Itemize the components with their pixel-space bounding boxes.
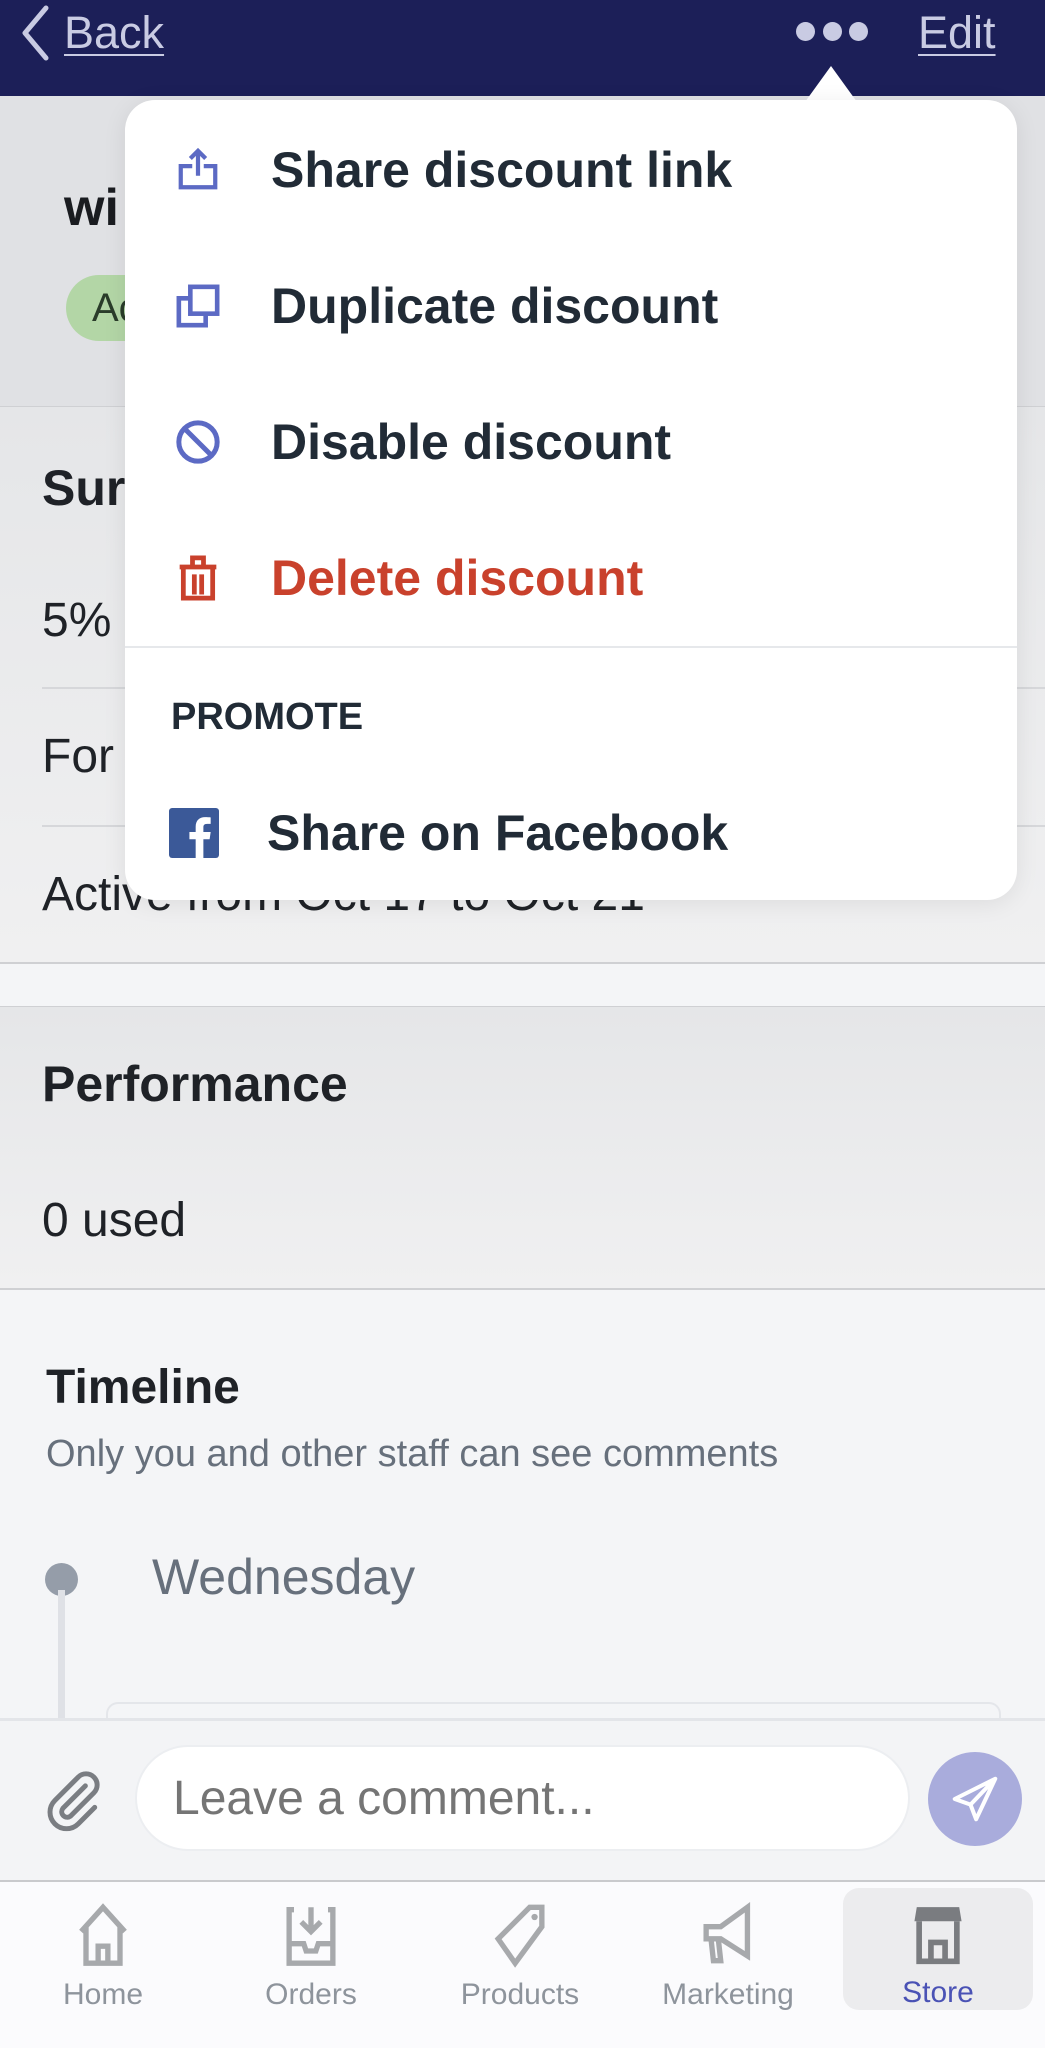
- edit-button[interactable]: Edit: [918, 2, 996, 64]
- send-icon: [952, 1776, 998, 1822]
- tab-label: Home: [62, 1978, 144, 2011]
- store-icon: [914, 1907, 962, 1965]
- menu-divider: [125, 646, 1017, 648]
- menu-item-label: Share discount link: [271, 142, 733, 198]
- facebook-icon: [169, 808, 219, 858]
- tag-icon: [494, 1904, 545, 1968]
- menu-item-share-link[interactable]: Share discount link: [125, 102, 1017, 238]
- orders-icon: [286, 1907, 336, 1966]
- discount-title: wi: [64, 179, 119, 237]
- summary-value: 5%: [42, 594, 112, 647]
- back-button[interactable]: Back: [20, 2, 164, 64]
- menu-item-share-facebook[interactable]: Share on Facebook: [125, 765, 1017, 901]
- timeline-title: Timeline: [46, 1361, 240, 1414]
- timeline-line: [58, 1590, 65, 1720]
- menu-item-label: Disable discount: [271, 414, 672, 470]
- menu-item-label: Share on Facebook: [267, 805, 729, 861]
- disable-icon: [176, 420, 220, 464]
- comment-input[interactable]: [135, 1745, 910, 1851]
- tab-label: Marketing: [662, 1978, 794, 2011]
- more-actions-button[interactable]: [796, 16, 868, 46]
- more-dot: [849, 21, 868, 41]
- performance-used: 0 used: [42, 1194, 187, 1247]
- home-icon: [79, 1903, 127, 1966]
- trash-icon: [179, 555, 217, 601]
- tab-products[interactable]: Products: [425, 1888, 615, 2012]
- tab-home[interactable]: Home: [8, 1888, 198, 2012]
- menu-item-disable[interactable]: Disable discount: [125, 374, 1017, 510]
- back-label: Back: [64, 7, 165, 58]
- chevron-left-icon: [22, 5, 49, 61]
- menu-item-delete[interactable]: Delete discount: [125, 510, 1017, 646]
- duplicate-icon: [176, 284, 220, 328]
- menu-pointer: [805, 66, 857, 102]
- tab-label: Products: [460, 1978, 580, 2011]
- summary-title: Sur: [42, 460, 126, 516]
- menu-item-label: Delete discount: [271, 550, 644, 606]
- timeline-subtitle: Only you and other staff can see comment…: [46, 1433, 779, 1475]
- attach-button[interactable]: [40, 1768, 106, 1839]
- performance-card: Performance 0 used: [0, 1006, 1045, 1290]
- send-button[interactable]: [928, 1752, 1022, 1846]
- menu-section-promote: PROMOTE: [171, 696, 364, 738]
- actions-menu: Share discount link Duplicate discount D…: [125, 100, 1017, 900]
- tab-marketing[interactable]: Marketing: [633, 1888, 823, 2012]
- paperclip-icon: [47, 1771, 100, 1832]
- tab-orders[interactable]: Orders: [216, 1888, 406, 2012]
- timeline-day: Wednesday: [152, 1549, 416, 1605]
- megaphone-icon: [703, 1902, 751, 1964]
- performance-title: Performance: [42, 1056, 348, 1112]
- more-dot: [822, 21, 842, 41]
- tab-label: Store: [902, 1976, 974, 2009]
- menu-item-label: Duplicate discount: [271, 278, 719, 334]
- tab-label: Orders: [265, 1978, 357, 2011]
- summary-applies: For: [42, 730, 114, 783]
- tab-store[interactable]: Store: [843, 1888, 1033, 2010]
- menu-item-duplicate[interactable]: Duplicate discount: [125, 238, 1017, 374]
- share-icon: [178, 147, 218, 190]
- tab-bar: Home Orders Products Marketing Store: [0, 1880, 1045, 2048]
- more-horizontal-icon: [796, 21, 815, 41]
